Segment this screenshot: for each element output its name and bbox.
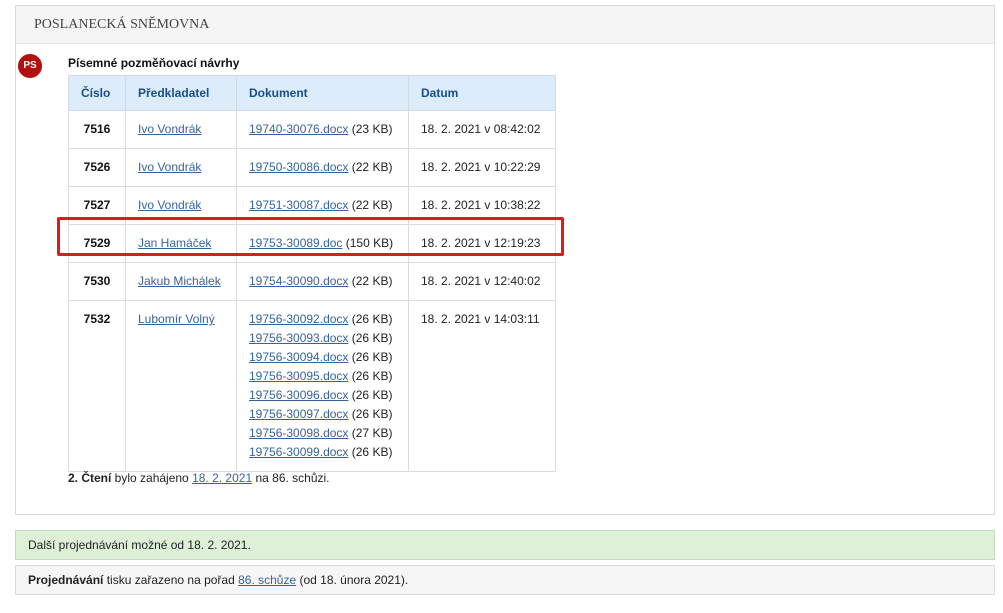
document-size: (26 KB): [351, 445, 393, 459]
amendment-number: 7530: [68, 262, 126, 301]
document-link[interactable]: 19756-30098.docx: [249, 426, 348, 440]
document-size: (26 KB): [351, 350, 393, 364]
header-document: Dokument: [236, 75, 409, 111]
agenda-text: tisku zařazeno na pořad: [103, 573, 239, 587]
table-header-row: Číslo Předkladatel Dokument Datum: [68, 75, 556, 111]
header-date: Datum: [408, 75, 556, 111]
document-link[interactable]: 19756-30094.docx: [249, 350, 348, 364]
document-size: (26 KB): [351, 331, 393, 345]
amendment-number: 7516: [68, 110, 126, 149]
submitter-link[interactable]: Jakub Michálek: [138, 274, 221, 288]
submission-date: 18. 2. 2021 v 10:22:29: [408, 148, 556, 187]
document-size: (22 KB): [351, 198, 393, 212]
submission-date: 18. 2. 2021 v 12:40:02: [408, 262, 556, 301]
reading-text-after: na 86. schůzi.: [252, 471, 330, 485]
document-size: (26 KB): [351, 388, 393, 402]
document-size: (23 KB): [351, 122, 393, 136]
document-link[interactable]: 19756-30093.docx: [249, 331, 348, 345]
document-link[interactable]: 19756-30095.docx: [249, 369, 348, 383]
document-link[interactable]: 19750-30086.docx: [249, 160, 348, 174]
reading-date-link[interactable]: 18. 2. 2021: [192, 471, 252, 485]
submission-date: 18. 2. 2021 v 14:03:11: [408, 300, 556, 472]
agenda-notice: Projednávání tisku zařazeno na pořad 86.…: [15, 565, 995, 595]
section-title: Písemné pozměňovací návrhy: [68, 56, 240, 70]
reading-text: bylo zahájeno: [111, 471, 193, 485]
document-link[interactable]: 19756-30092.docx: [249, 312, 348, 326]
document-link[interactable]: 19740-30076.docx: [249, 122, 348, 136]
agenda-label: Projednávání: [28, 573, 104, 587]
table-row: 7516 Ivo Vondrák 19740-30076.docx (23 KB…: [68, 110, 556, 149]
amendments-table: Číslo Předkladatel Dokument Datum 7516 I…: [68, 75, 556, 472]
highlight-box: [57, 217, 564, 256]
document-size: (26 KB): [351, 312, 393, 326]
document-size: (26 KB): [351, 407, 393, 421]
submission-date: 18. 2. 2021 v 08:42:02: [408, 110, 556, 149]
table-row: 7530 Jakub Michálek 19754-30090.docx (22…: [68, 262, 556, 301]
document-link[interactable]: 19751-30087.docx: [249, 198, 348, 212]
table-row: 7532 Lubomír Volný 19756-30092.docx (26 …: [68, 300, 556, 472]
document-size: (27 KB): [351, 426, 393, 440]
reading-label: 2. Čtení: [68, 471, 112, 485]
agenda-text-after: (od 18. února 2021).: [296, 573, 409, 587]
submitter-link[interactable]: Ivo Vondrák: [138, 160, 201, 174]
document-link[interactable]: 19756-30099.docx: [249, 445, 348, 459]
ps-badge-icon: PS: [18, 54, 42, 78]
submitter-link[interactable]: Ivo Vondrák: [138, 122, 201, 136]
document-size: (22 KB): [351, 160, 393, 174]
reading-status: 2. Čtení bylo zahájeno 18. 2. 2021 na 86…: [68, 471, 330, 485]
panel-header: POSLANECKÁ SNĚMOVNA: [16, 6, 994, 44]
document-size: (22 KB): [351, 274, 393, 288]
document-link[interactable]: 19756-30096.docx: [249, 388, 348, 402]
next-hearing-notice: Další projednávání možné od 18. 2. 2021.: [15, 530, 995, 560]
submitter-link[interactable]: Lubomír Volný: [138, 312, 215, 326]
header-number: Číslo: [68, 75, 126, 111]
amendment-number: 7526: [68, 148, 126, 187]
amendment-number: 7532: [68, 300, 126, 472]
document-size: (26 KB): [351, 369, 393, 383]
table-row: 7526 Ivo Vondrák 19750-30086.docx (22 KB…: [68, 148, 556, 187]
submitter-link[interactable]: Ivo Vondrák: [138, 198, 201, 212]
document-link[interactable]: 19756-30097.docx: [249, 407, 348, 421]
session-link[interactable]: 86. schůze: [238, 573, 296, 587]
header-submitter: Předkladatel: [125, 75, 237, 111]
document-link[interactable]: 19754-30090.docx: [249, 274, 348, 288]
